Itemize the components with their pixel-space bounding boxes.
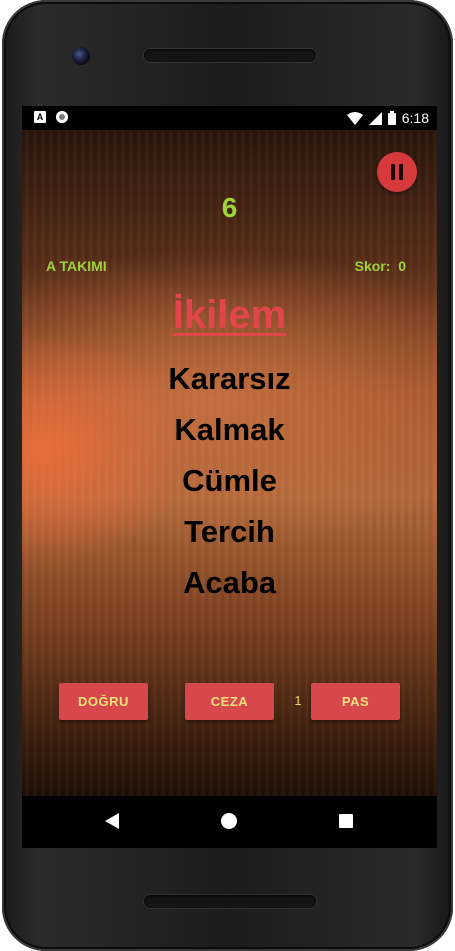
pause-button[interactable]: [377, 152, 417, 192]
team-name: A TAKIMI: [46, 258, 107, 274]
score-label: Skor:: [354, 258, 391, 274]
score-value: 0: [398, 258, 406, 274]
pass-button[interactable]: PAS: [311, 683, 400, 720]
back-icon[interactable]: [105, 813, 119, 829]
correct-button[interactable]: DOĞRU: [59, 683, 148, 720]
wifi-icon: [346, 111, 363, 125]
taboo-word: Tercih: [184, 514, 275, 549]
penalty-button[interactable]: CEZA: [185, 683, 274, 720]
taboo-word: Acaba: [182, 565, 277, 600]
status-bar: A 6:18: [22, 106, 437, 130]
screen: A 6:18 6 A TAKIMI Skor: 0 İkilem Kararsı…: [22, 106, 437, 848]
taboo-word: Kalmak: [174, 412, 285, 447]
penalty-count: 1: [294, 693, 302, 708]
team-score: Skor: 0: [355, 258, 406, 274]
countdown-timer: 6: [221, 192, 238, 223]
signal-icon: [368, 111, 382, 125]
target-word: İkilem: [172, 293, 287, 337]
taboo-word: Cümle: [182, 463, 277, 498]
earpiece-speaker: [144, 49, 316, 62]
home-icon[interactable]: [221, 813, 237, 829]
phone-frame: A 6:18 6 A TAKIMI Skor: 0 İkilem Kararsı…: [2, 0, 453, 951]
taboo-word: Kararsız: [168, 361, 291, 396]
bottom-speaker: [144, 895, 316, 908]
pause-icon: [390, 164, 404, 180]
recent-apps-icon[interactable]: [339, 814, 353, 828]
battery-icon: [387, 111, 396, 125]
status-time: 6:18: [401, 110, 429, 126]
circle-icon: [56, 111, 68, 123]
a-icon: A: [34, 111, 46, 123]
front-camera: [72, 47, 90, 65]
game-screen: 6 A TAKIMI Skor: 0 İkilem Kararsız Kalma…: [22, 130, 437, 796]
